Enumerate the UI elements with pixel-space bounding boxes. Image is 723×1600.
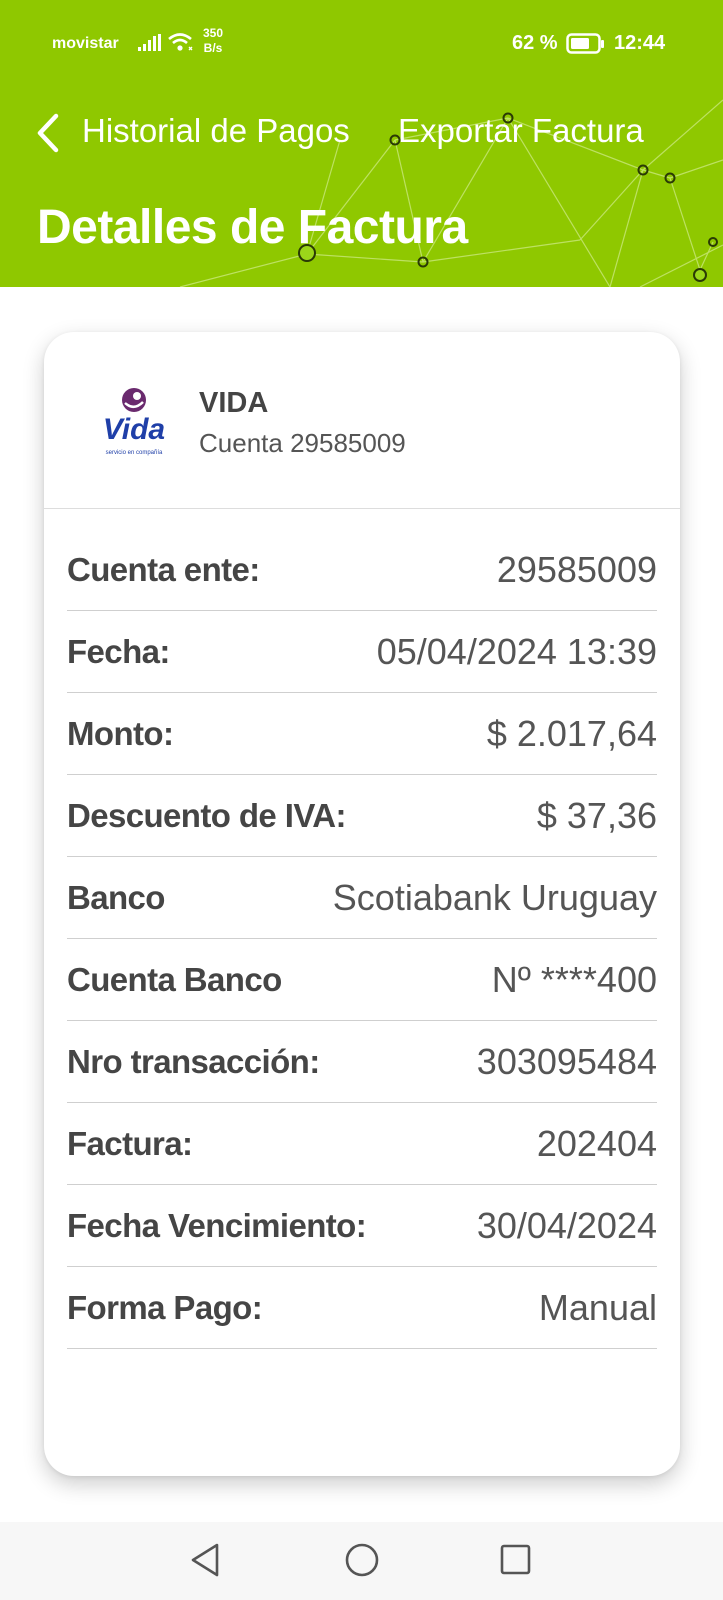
chevron-left-icon[interactable] xyxy=(34,112,62,156)
detail-value: $ 2.017,64 xyxy=(486,712,657,754)
header: movistar 350 B/s 62 % 12:44 Historial de… xyxy=(0,0,723,287)
detail-label: Monto: xyxy=(67,714,174,752)
detail-value: Scotiabank Uruguay xyxy=(332,876,657,918)
page-title: Detalles de Factura xyxy=(37,201,468,254)
detail-row: Factura: 202404 xyxy=(67,1103,657,1185)
invoice-details: Cuenta ente: 29585009 Fecha: 05/04/2024 … xyxy=(67,529,657,1349)
status-bar: movistar 350 B/s 62 % 12:44 xyxy=(0,0,723,88)
square-recents-icon[interactable] xyxy=(498,1542,534,1580)
invoice-card: Vida servicio en compañía VIDA Cuenta 29… xyxy=(44,332,680,1476)
system-navigation-bar xyxy=(0,1522,723,1600)
detail-label: Cuenta Banco xyxy=(67,960,282,998)
detail-value: 303095484 xyxy=(476,1040,657,1082)
detail-row: Banco Scotiabank Uruguay xyxy=(67,857,657,939)
detail-label: Forma Pago: xyxy=(67,1288,263,1326)
detail-label: Fecha Vencimiento: xyxy=(67,1206,367,1244)
detail-label: Nro transacción: xyxy=(67,1042,320,1080)
detail-row: Cuenta ente: 29585009 xyxy=(67,529,657,611)
circle-home-icon[interactable] xyxy=(343,1542,381,1580)
detail-row: Fecha: 05/04/2024 13:39 xyxy=(67,611,657,693)
detail-row: Monto: $ 2.017,64 xyxy=(67,693,657,775)
detail-value: Manual xyxy=(538,1286,657,1328)
detail-value: 05/04/2024 13:39 xyxy=(376,630,657,672)
wifi-icon xyxy=(168,33,193,51)
logo-tagline: servicio en compañía xyxy=(106,450,163,456)
detail-row: Fecha Vencimiento: 30/04/2024 xyxy=(67,1185,657,1267)
detail-row: Nro transacción: 303095484 xyxy=(67,1021,657,1103)
detail-value: 202404 xyxy=(536,1122,657,1164)
detail-value: Nº ****400 xyxy=(491,958,657,1000)
top-navigation: Historial de Pagos Exportar Factura xyxy=(0,108,723,158)
net-speed-value: 350 xyxy=(203,26,224,40)
company-header: Vida servicio en compañía VIDA Cuenta 29… xyxy=(44,332,680,509)
detail-label: Fecha: xyxy=(67,632,170,670)
triangle-back-icon[interactable] xyxy=(188,1542,224,1580)
detail-row: Forma Pago: Manual xyxy=(67,1267,657,1349)
battery-icon xyxy=(566,33,604,54)
detail-value: 29585009 xyxy=(496,548,657,590)
company-name: VIDA xyxy=(199,387,269,419)
detail-value: 30/04/2024 xyxy=(476,1204,657,1246)
carrier-label: movistar xyxy=(52,35,119,52)
company-logo: Vida servicio en compañía xyxy=(103,388,165,456)
detail-row: Cuenta Banco Nº ****400 xyxy=(67,939,657,1021)
company-account: Cuenta 29585009 xyxy=(199,428,406,458)
detail-label: Cuenta ente: xyxy=(67,550,260,588)
detail-label: Factura: xyxy=(67,1124,193,1162)
detail-row: Descuento de IVA: $ 37,36 xyxy=(67,775,657,857)
net-speed: 350 B/s xyxy=(203,26,223,56)
detail-value: $ 37,36 xyxy=(536,794,657,836)
back-to-payment-history-link[interactable]: Historial de Pagos xyxy=(82,112,350,150)
battery-percent: 62 % xyxy=(512,32,558,54)
detail-label: Banco xyxy=(67,878,165,916)
net-speed-unit: B/s xyxy=(203,41,223,55)
logo-text: Vida xyxy=(103,413,165,446)
export-invoice-button[interactable]: Exportar Factura xyxy=(398,112,644,150)
clock: 12:44 xyxy=(614,32,666,54)
signal-icon xyxy=(138,34,161,51)
detail-label: Descuento de IVA: xyxy=(67,796,347,834)
